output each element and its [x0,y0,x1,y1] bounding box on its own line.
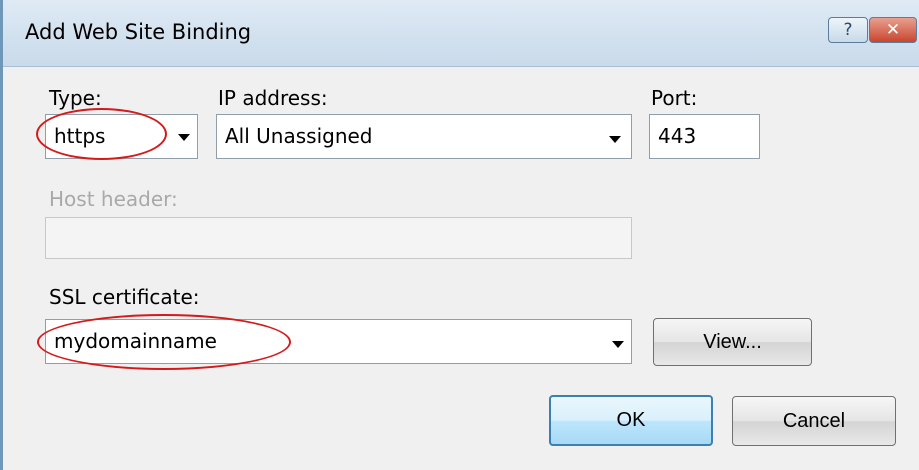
ip-address-value: All Unassigned [225,124,373,148]
ssl-certificate-label: SSL certificate: [49,285,200,309]
help-button[interactable]: ? [828,17,868,43]
cancel-button[interactable]: Cancel [732,396,896,446]
ip-address-label: IP address: [218,86,328,110]
add-web-site-binding-dialog: Add Web Site Binding ? ✕ Type: https IP … [0,0,919,470]
port-label: Port: [651,86,698,110]
ip-address-select[interactable]: All Unassigned [216,114,632,159]
view-button[interactable]: View... [653,318,812,366]
chevron-down-icon [178,134,190,141]
type-label: Type: [49,86,102,110]
ssl-certificate-value: mydomainname [54,329,217,353]
ssl-certificate-select[interactable]: mydomainname [45,319,632,364]
close-button[interactable]: ✕ [869,17,917,43]
chevron-down-icon [609,136,621,143]
close-icon: ✕ [885,20,901,40]
type-value: https [54,124,106,148]
host-header-input[interactable] [45,217,632,259]
help-icon: ? [843,20,853,40]
title-bar: Add Web Site Binding ? ✕ [3,0,919,67]
dialog-title: Add Web Site Binding [25,20,252,44]
host-header-label: Host header: [49,187,178,211]
ok-button[interactable]: OK [549,395,713,446]
type-select[interactable]: https [45,114,198,159]
port-value: 443 [658,124,697,148]
port-input[interactable]: 443 [649,114,760,159]
chevron-down-icon [612,341,624,348]
